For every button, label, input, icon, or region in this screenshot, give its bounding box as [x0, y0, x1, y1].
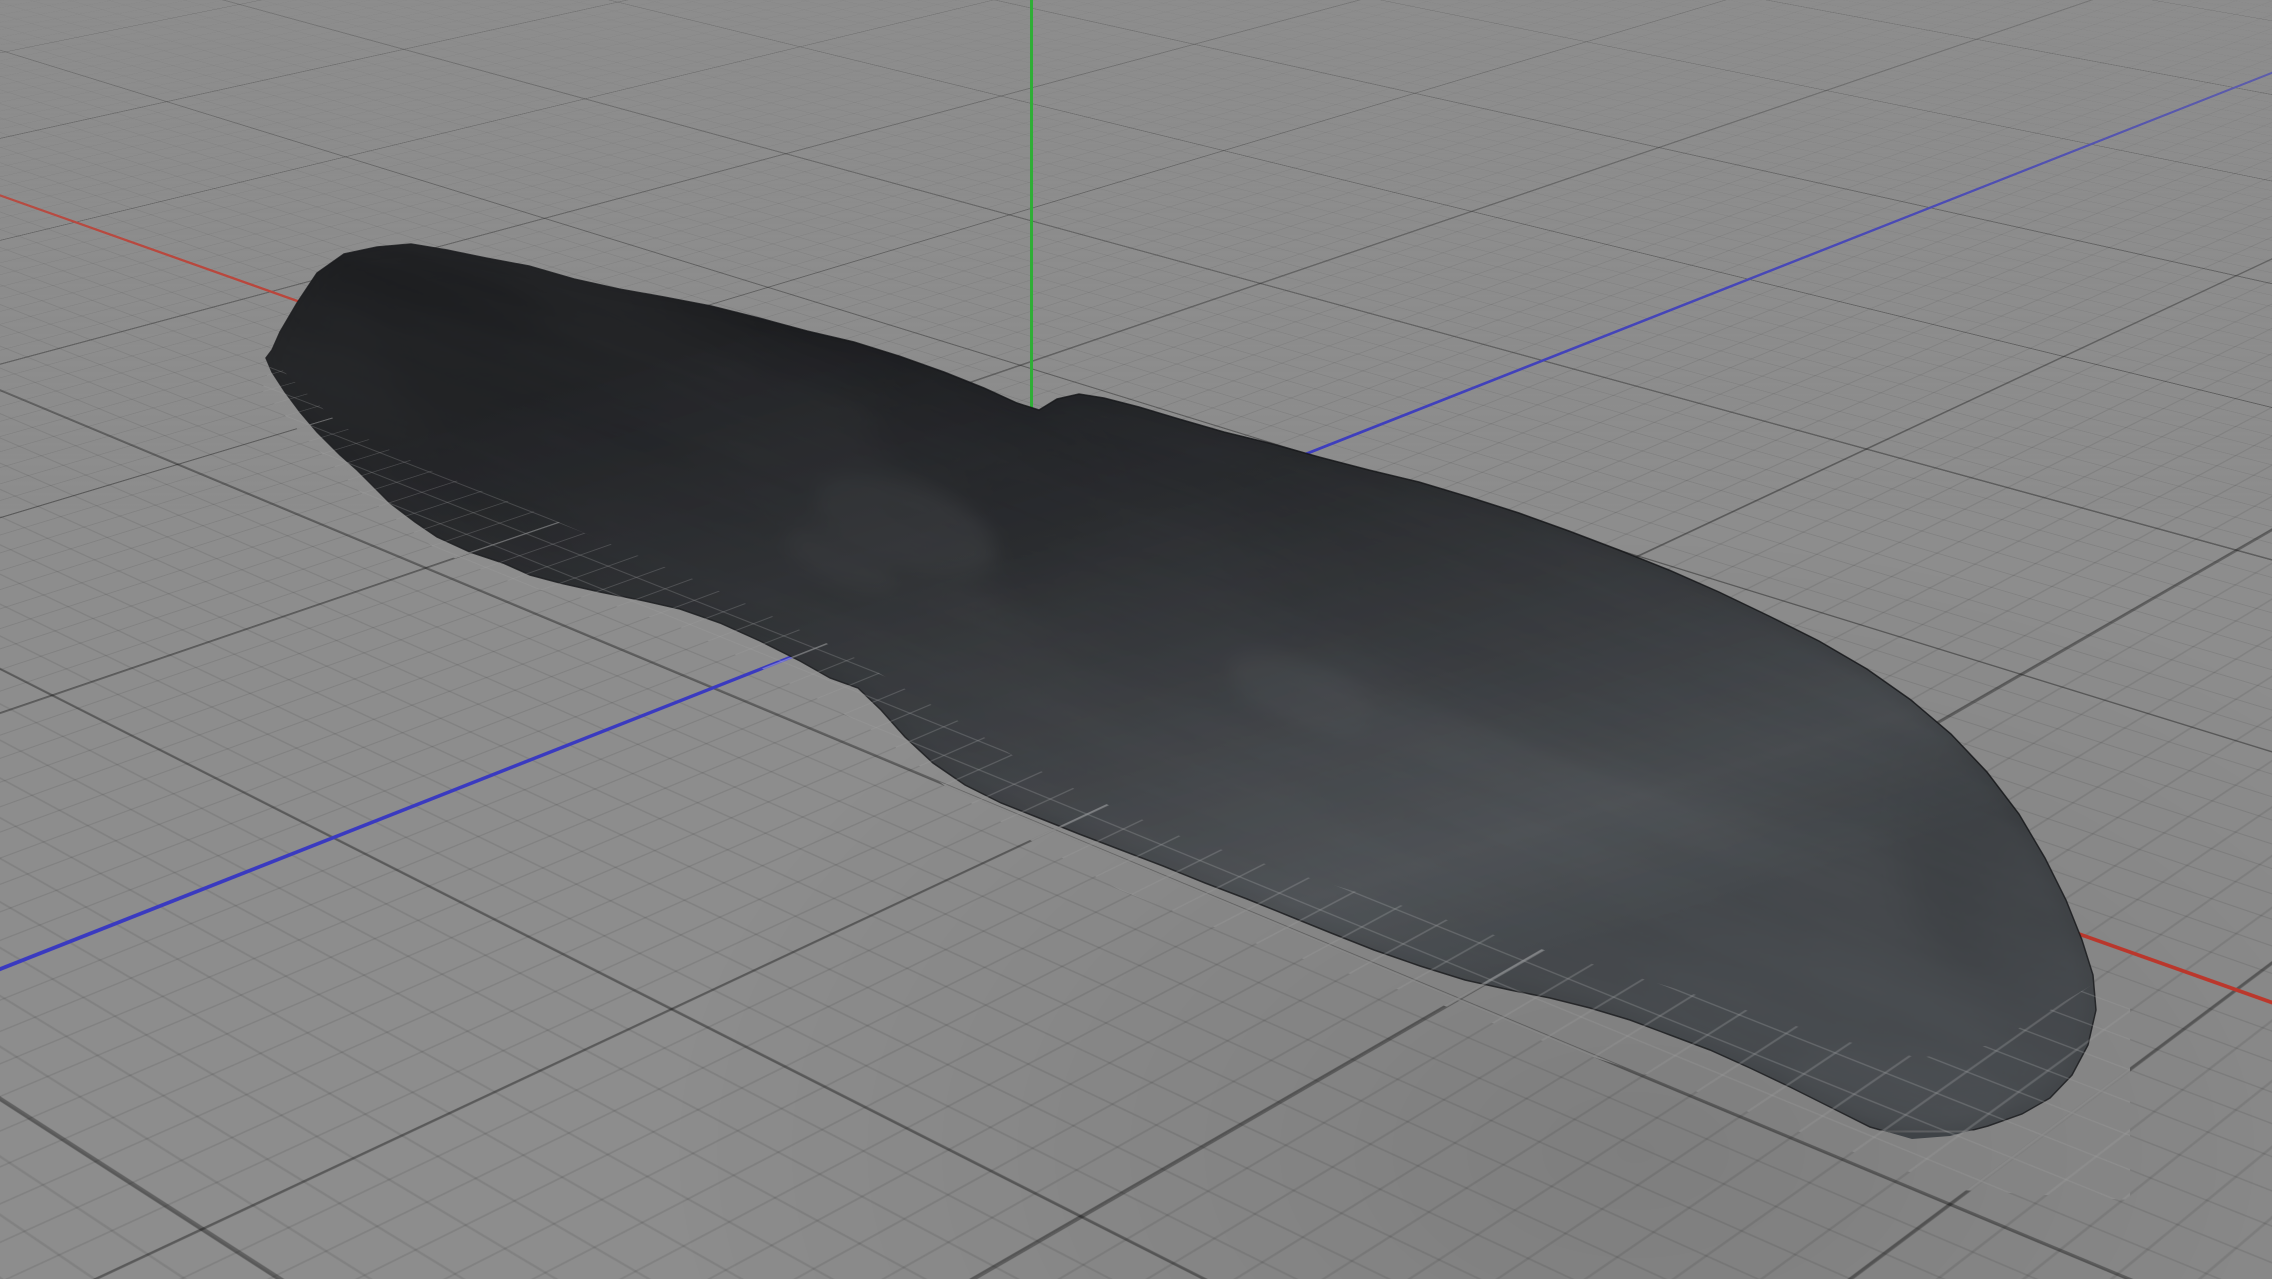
asteroid-object[interactable]	[0, 0, 2272, 1279]
viewport-3d[interactable]	[0, 0, 2272, 1279]
